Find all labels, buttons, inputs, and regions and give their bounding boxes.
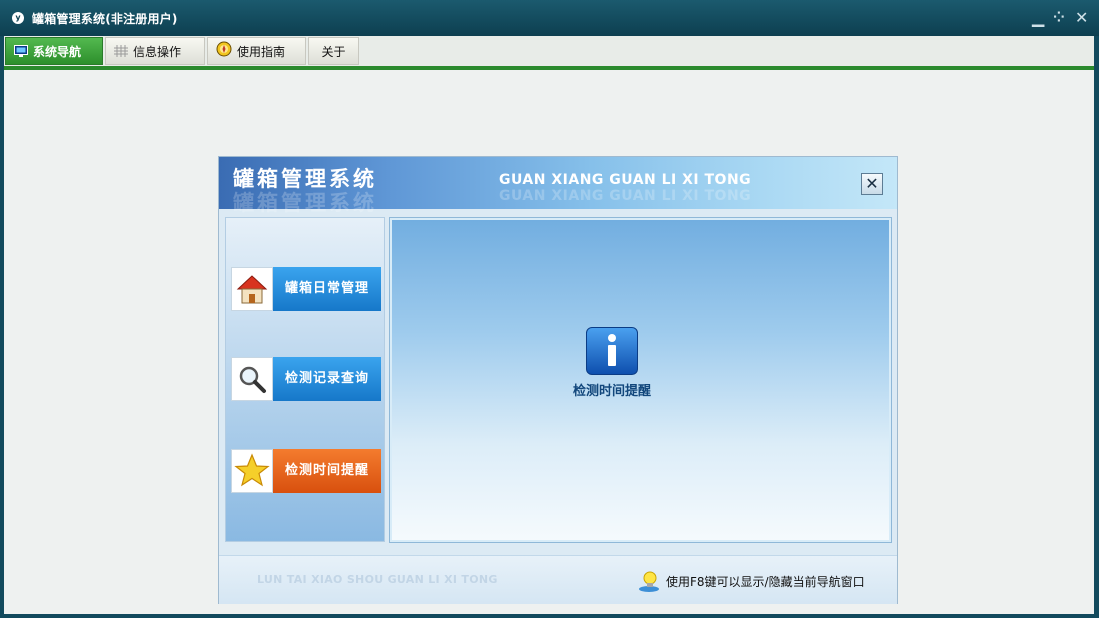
close-window-button[interactable]: ✕ (1075, 8, 1088, 28)
compass-icon (216, 39, 232, 67)
navigation-footer: LUN TAI XIAO SHOU GUAN LI XI TONG 使用F8键可… (219, 555, 897, 604)
lightbulb-icon (637, 569, 661, 593)
tab-label: 使用指南 (237, 45, 286, 59)
tab-user-guide[interactable]: 使用指南 (207, 37, 306, 65)
info-icon[interactable] (586, 327, 638, 375)
tab-system-navigation[interactable]: 系统导航 (5, 37, 103, 65)
house-icon (231, 267, 273, 311)
close-navigation-button[interactable]: ✕ (861, 173, 883, 195)
app-window: y 罐箱管理系统(非注册用户) ▁ ⁘ ✕ 系统导航 信息操作 使用指南 关于 … (0, 0, 1099, 618)
reminder-label[interactable]: 检测时间提醒 (552, 380, 672, 399)
navigation-title-reflection: 罐箱管理系统 (233, 191, 377, 215)
magnifier-icon (231, 357, 273, 401)
footer-watermark: LUN TAI XIAO SHOU GUAN LI XI TONG (257, 573, 498, 586)
tab-label: 信息操作 (133, 45, 182, 59)
navigation-window: 罐箱管理系统 罐箱管理系统 GUAN XIANG GUAN LI XI TONG… (218, 156, 898, 604)
tab-label: 系统导航 (33, 45, 82, 59)
monitor-icon (14, 39, 28, 67)
tab-info-operation[interactable]: 信息操作 (105, 37, 205, 65)
grid-icon (114, 39, 128, 67)
star-icon (231, 449, 273, 493)
nav-button-label: 检测时间提醒 (273, 449, 381, 493)
nav-button-label: 检测记录查询 (273, 357, 381, 401)
minimize-button[interactable]: ▁ (1032, 8, 1044, 28)
window-title: 罐箱管理系统(非注册用户) (32, 12, 178, 26)
maximize-button[interactable]: ⁘ (1053, 8, 1065, 28)
nav-button-inspection-records[interactable]: 检测记录查询 (231, 357, 381, 401)
title-bar[interactable]: y 罐箱管理系统(非注册用户) ▁ ⁘ ✕ (0, 0, 1099, 36)
nav-button-column: 罐箱日常管理 检测记录查询 检测时间提醒 (225, 217, 385, 542)
nav-button-label: 罐箱日常管理 (273, 267, 381, 311)
app-logo-icon: y (12, 12, 24, 24)
footer-hint: 使用F8键可以显示/隐藏当前导航窗口 (666, 575, 865, 589)
content-panel: 检测时间提醒 (390, 218, 891, 542)
tab-about[interactable]: 关于 (308, 37, 359, 65)
navigation-header: 罐箱管理系统 罐箱管理系统 GUAN XIANG GUAN LI XI TONG… (219, 157, 897, 215)
navigation-title-pinyin: GUAN XIANG GUAN LI XI TONG (499, 172, 752, 188)
nav-button-inspection-reminder[interactable]: 检测时间提醒 (231, 449, 381, 493)
nav-button-daily-management[interactable]: 罐箱日常管理 (231, 267, 381, 311)
navigation-title-pinyin-reflection: GUAN XIANG GUAN LI XI TONG (499, 188, 752, 204)
tab-label: 关于 (321, 45, 346, 59)
